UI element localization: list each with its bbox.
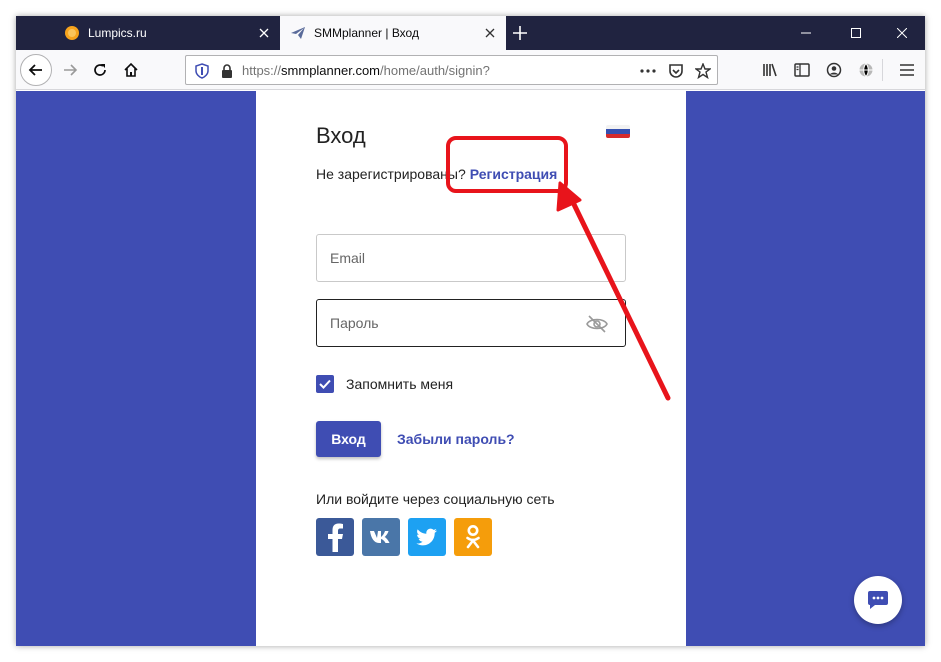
eye-off-icon[interactable] xyxy=(585,312,609,336)
url-scheme: https:// xyxy=(242,63,282,78)
remember-me[interactable]: Запомнить меня xyxy=(316,375,453,393)
library-button[interactable] xyxy=(754,54,786,86)
social-login-title: Или войдите через социальную сеть xyxy=(316,491,555,507)
tab-title: SMMplanner | Вход xyxy=(314,26,419,40)
forward-button[interactable] xyxy=(54,54,86,86)
navigation-toolbar: https://smmplanner.com/home/auth/signin? xyxy=(16,50,925,90)
vpn-button[interactable] xyxy=(850,54,882,86)
orange-circle-icon xyxy=(65,26,79,40)
toolbar-divider xyxy=(882,59,883,81)
lock-icon[interactable] xyxy=(218,62,236,80)
home-button[interactable] xyxy=(115,54,147,86)
twitter-icon xyxy=(416,528,437,546)
reload-icon xyxy=(94,64,106,76)
globe-icon xyxy=(859,63,873,77)
close-icon[interactable] xyxy=(252,21,276,45)
tab-bar: Lumpics.ru SMMplanner | Вход xyxy=(16,16,925,50)
tab-title: Lumpics.ru xyxy=(88,26,147,40)
email-field[interactable] xyxy=(316,234,626,282)
plus-icon xyxy=(513,26,527,40)
check-icon xyxy=(319,379,331,389)
browser-window: Lumpics.ru SMMplanner | Вход https://smm… xyxy=(16,16,925,646)
vk-icon xyxy=(370,531,390,543)
tab-smmplanner[interactable]: SMMplanner | Вход xyxy=(280,16,506,50)
back-button[interactable] xyxy=(20,54,52,86)
hamburger-icon xyxy=(900,64,914,76)
url-path: /home/auth/signin? xyxy=(380,63,490,78)
chat-widget-button[interactable] xyxy=(854,576,902,624)
arrow-left-icon xyxy=(28,64,42,76)
close-icon xyxy=(897,28,907,38)
forgot-password-link[interactable]: Забыли пароль? xyxy=(397,431,515,447)
facebook-login-button[interactable] xyxy=(316,518,354,556)
maximize-button[interactable] xyxy=(833,16,879,50)
register-prefix: Не зарегистрированы? xyxy=(316,166,466,182)
tracking-shield-icon[interactable] xyxy=(193,62,211,80)
account-icon xyxy=(826,62,842,78)
minimize-icon xyxy=(801,32,811,34)
sidebar-button[interactable] xyxy=(786,54,818,86)
page-title: Вход xyxy=(316,123,366,148)
close-window-button[interactable] xyxy=(879,16,925,50)
menu-button[interactable] xyxy=(891,54,923,86)
twitter-login-button[interactable] xyxy=(408,518,446,556)
password-field[interactable] xyxy=(316,299,626,347)
page-actions-icon[interactable] xyxy=(639,62,657,80)
vk-login-button[interactable] xyxy=(362,518,400,556)
russia-flag-icon[interactable] xyxy=(606,125,630,138)
close-icon[interactable] xyxy=(478,21,502,45)
pocket-icon[interactable] xyxy=(667,62,685,80)
remember-checkbox[interactable] xyxy=(316,375,334,393)
minimize-button[interactable] xyxy=(783,16,829,50)
account-button[interactable] xyxy=(818,54,850,86)
library-icon xyxy=(763,63,777,77)
email-input[interactable] xyxy=(317,235,625,281)
chat-icon xyxy=(868,591,888,609)
reload-button[interactable] xyxy=(84,54,116,86)
arrow-right-icon xyxy=(64,64,78,76)
url-host: smmplanner.com xyxy=(281,63,381,78)
home-icon xyxy=(124,62,138,77)
facebook-icon xyxy=(328,523,343,552)
tab-lumpics[interactable]: Lumpics.ru xyxy=(54,16,280,50)
url-text[interactable]: https://smmplanner.com/home/auth/signin? xyxy=(242,63,490,78)
url-bar[interactable]: https://smmplanner.com/home/auth/signin? xyxy=(185,55,718,85)
paper-plane-icon xyxy=(291,27,305,39)
annotation-highlight-box xyxy=(446,136,568,193)
password-input[interactable] xyxy=(317,300,625,346)
remember-label: Запомнить меня xyxy=(346,376,454,392)
sidebar-icon xyxy=(794,63,810,77)
odnoklassniki-login-button[interactable] xyxy=(454,518,492,556)
odnoklassniki-icon xyxy=(466,525,480,549)
new-tab-button[interactable] xyxy=(508,21,532,45)
login-button[interactable]: Вход xyxy=(316,421,381,457)
star-icon[interactable] xyxy=(694,62,712,80)
maximize-icon xyxy=(851,28,861,38)
